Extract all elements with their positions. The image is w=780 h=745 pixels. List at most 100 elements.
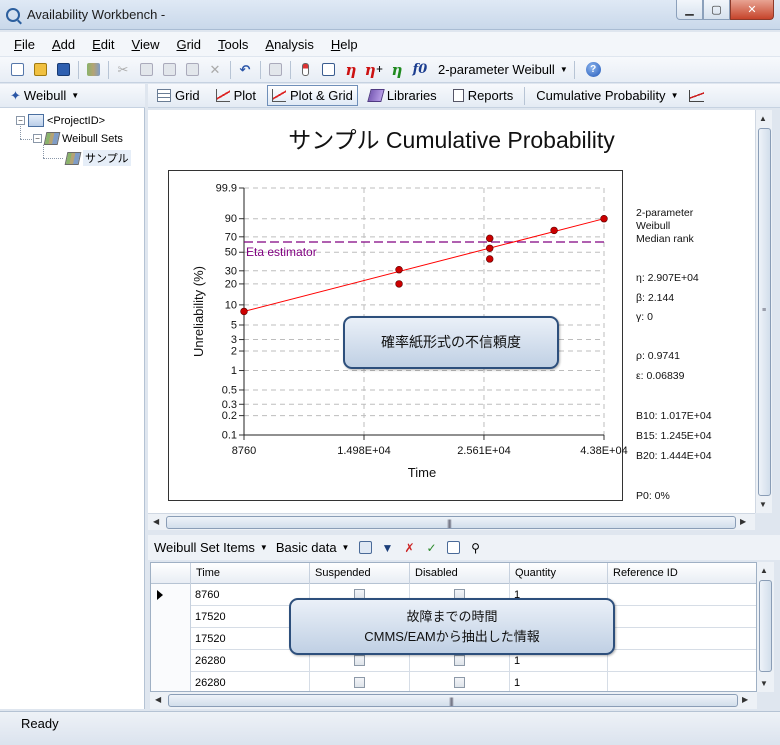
column-header-suspended[interactable]: Suspended <box>310 563 410 584</box>
grid-horizontal-scrollbar[interactable]: ◀ ||| ▶ <box>150 692 757 709</box>
disabled-checkbox[interactable] <box>454 655 465 666</box>
grid-edit-icon[interactable] <box>357 540 373 556</box>
thermometer-icon[interactable] <box>296 61 314 79</box>
menu-view[interactable]: View <box>132 37 160 52</box>
find-icon[interactable]: ⚲ <box>467 540 483 556</box>
grid-vertical-scrollbar[interactable]: ▲ ▼ <box>757 562 774 692</box>
scroll-down-icon[interactable]: ▼ <box>759 500 767 509</box>
calculator-icon[interactable] <box>319 61 337 79</box>
export-icon[interactable] <box>445 540 461 556</box>
chart-vertical-scrollbar[interactable]: ▲ ≡ ▼ <box>755 110 772 513</box>
eta-icon[interactable]: η <box>342 61 360 79</box>
chart-options-icon[interactable] <box>689 89 705 102</box>
collapse-icon[interactable]: − <box>33 134 42 143</box>
cut-icon[interactable]: ✂ <box>114 61 132 79</box>
f0-icon[interactable]: f0 <box>411 61 429 79</box>
cell-reference-id[interactable] <box>608 650 756 672</box>
column-header-time[interactable]: Time <box>191 563 310 584</box>
column-header-disabled[interactable]: Disabled <box>410 563 510 584</box>
scroll-right-icon[interactable]: ▶ <box>742 695 748 704</box>
help-icon[interactable]: ? <box>585 62 601 77</box>
filter-icon[interactable]: ▼ <box>379 540 395 556</box>
cell-time[interactable]: 26280 <box>191 672 310 691</box>
scroll-right-icon[interactable]: ▶ <box>740 517 746 526</box>
tree-item-project[interactable]: − <ProjectID> <box>16 114 105 127</box>
scroll-left-icon[interactable]: ◀ <box>153 517 159 526</box>
result-p0: P0: 0% <box>636 490 670 502</box>
cell-quantity[interactable]: 1 <box>510 672 608 691</box>
column-header-reference-id[interactable]: Reference ID <box>608 563 756 584</box>
duplicate-icon[interactable] <box>266 61 284 79</box>
tab-plot-grid[interactable]: Plot & Grid <box>266 85 358 106</box>
disabled-checkbox[interactable] <box>454 677 465 688</box>
scroll-thumb[interactable] <box>759 580 772 672</box>
open-folder-icon[interactable] <box>31 61 49 79</box>
tree-item-sample[interactable]: サンプル <box>64 150 131 166</box>
cell-suspended[interactable] <box>310 672 410 691</box>
cell-reference-id[interactable] <box>608 672 756 691</box>
tree-item-weibull-sets[interactable]: − Weibull Sets <box>33 132 123 145</box>
scroll-thumb[interactable]: ||| <box>166 516 736 529</box>
cell-reference-id[interactable] <box>608 606 756 628</box>
new-icon[interactable] <box>8 61 26 79</box>
maximize-button[interactable]: ▢ <box>703 0 730 20</box>
basic-data-menu[interactable]: Basic data ▼ <box>276 540 350 555</box>
minimize-button[interactable]: ▁ <box>676 0 703 20</box>
scroll-thumb[interactable]: ||| <box>168 694 738 707</box>
tab-plot[interactable]: Plot <box>211 85 261 106</box>
delete-icon[interactable]: ✕ <box>206 61 224 79</box>
copy-icon[interactable] <box>137 61 155 79</box>
suspended-checkbox[interactable] <box>354 655 365 666</box>
result-b10: B10: 1.017E+04 <box>636 410 712 422</box>
tab-plot-grid-label: Plot & Grid <box>289 88 353 103</box>
undo-icon[interactable]: ↶ <box>236 61 254 79</box>
menu-tools[interactable]: Tools <box>218 37 248 52</box>
distribution-label: 2-parameter Weibull <box>438 62 555 77</box>
close-button[interactable]: ✕ <box>730 0 774 20</box>
scroll-thumb[interactable]: ≡ <box>758 128 771 496</box>
plot-icon <box>215 89 230 102</box>
scroll-down-icon[interactable]: ▼ <box>760 679 768 688</box>
row-header[interactable] <box>151 584 191 606</box>
weibull-set-items-menu[interactable]: Weibull Set Items ▼ <box>154 540 268 555</box>
menu-analysis[interactable]: Analysis <box>265 37 313 52</box>
tab-reports[interactable]: Reports <box>448 85 519 106</box>
row-header[interactable] <box>151 606 191 628</box>
row-header[interactable] <box>151 628 191 650</box>
paste-special-icon[interactable] <box>183 61 201 79</box>
cell-reference-id[interactable] <box>608 584 756 606</box>
data-menu-label: Basic data <box>275 540 337 555</box>
menu-add[interactable]: Add <box>52 37 75 52</box>
menu-file[interactable]: File <box>14 37 35 52</box>
paste-icon[interactable] <box>160 61 178 79</box>
menu-bar: File Add Edit View Grid Tools Analysis H… <box>0 32 780 56</box>
eta-plus-icon[interactable]: η + <box>365 61 383 79</box>
tab-libraries[interactable]: Libraries <box>364 85 442 106</box>
y-tick-label: 10 <box>225 299 237 311</box>
row-header[interactable] <box>151 672 191 691</box>
scroll-up-icon[interactable]: ▲ <box>760 566 768 575</box>
scroll-left-icon[interactable]: ◀ <box>155 695 161 704</box>
left-panel-header[interactable]: ✦ Weibull ▼ <box>0 84 145 108</box>
menu-grid[interactable]: Grid <box>176 37 201 52</box>
distribution-select[interactable]: 2-parameter Weibull ▼ <box>438 62 568 77</box>
table-row[interactable]: 26280 1 <box>151 672 756 691</box>
column-header-quantity[interactable]: Quantity <box>510 563 608 584</box>
menu-help[interactable]: Help <box>331 37 358 52</box>
cell-reference-id[interactable] <box>608 628 756 650</box>
tab-grid[interactable]: Grid <box>152 85 205 106</box>
suspended-checkbox[interactable] <box>354 677 365 688</box>
row-header[interactable] <box>151 650 191 672</box>
apply-filter-icon[interactable]: ✓ <box>423 540 439 556</box>
eta-green-icon[interactable]: η <box>388 61 406 79</box>
collapse-icon[interactable]: − <box>16 116 25 125</box>
plot-type-select[interactable]: Cumulative Probability ▼ <box>531 85 683 106</box>
chart-horizontal-scrollbar[interactable]: ◀ ||| ▶ <box>148 513 755 530</box>
menu-edit[interactable]: Edit <box>92 37 114 52</box>
clear-filter-icon[interactable]: ✗ <box>401 540 417 556</box>
save-icon[interactable] <box>54 61 72 79</box>
scroll-up-icon[interactable]: ▲ <box>759 114 767 123</box>
cell-disabled[interactable] <box>410 672 510 691</box>
library-icon[interactable] <box>84 61 102 79</box>
result-rank: Median rank <box>636 233 694 245</box>
